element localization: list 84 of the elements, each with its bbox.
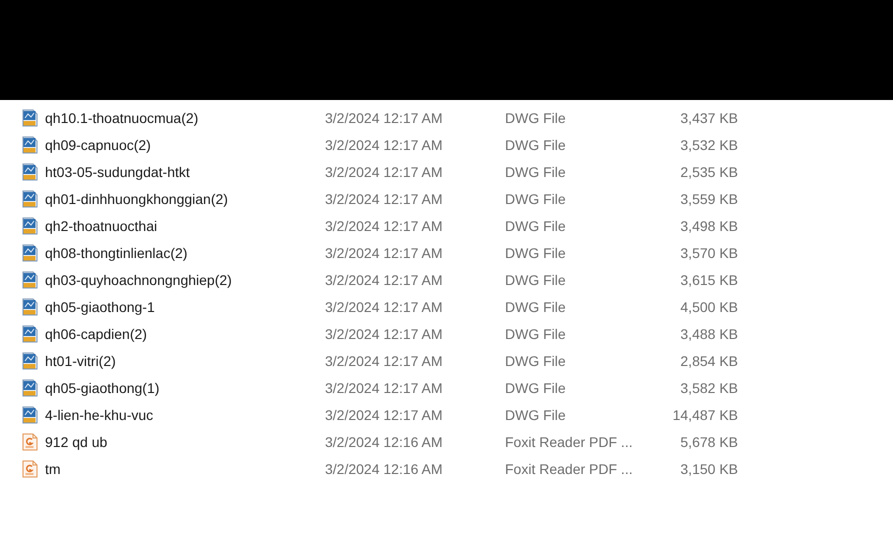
dwg-file-icon bbox=[22, 162, 38, 180]
pdf-file-icon bbox=[22, 460, 38, 478]
file-size: 3,498 KB bbox=[679, 218, 738, 234]
file-row[interactable]: 4-lien-he-khu-vuc 3/2/2024 12:17 AM DWG File 14,487 KB bbox=[0, 401, 893, 428]
file-size: 3,570 KB bbox=[679, 244, 738, 260]
file-name: qh03-quyhoachnongnghiep(2) bbox=[45, 272, 233, 288]
file-name: 4-lien-he-khu-vuc bbox=[45, 406, 154, 422]
file-name: qh10.1-thoatnuocmua(2) bbox=[45, 110, 200, 126]
date-modified: 3/2/2024 12:17 AM bbox=[325, 190, 444, 206]
file-size: 3,615 KB bbox=[679, 272, 738, 288]
date-modified: 3/2/2024 12:17 AM bbox=[325, 136, 444, 152]
file-name: 912 qd ub bbox=[45, 434, 108, 450]
dwg-file-icon bbox=[22, 406, 38, 424]
file-type: DWG File bbox=[505, 218, 567, 234]
file-type: DWG File bbox=[505, 272, 567, 288]
file-row[interactable]: ht01-vitri(2) 3/2/2024 12:17 AM DWG File 2,854 KB bbox=[0, 347, 893, 374]
file-size: 3,582 KB bbox=[679, 380, 738, 396]
file-type: Foxit Reader PDF ... bbox=[505, 460, 634, 476]
dwg-file-icon bbox=[22, 108, 38, 126]
date-modified: 3/2/2024 12:16 AM bbox=[325, 460, 444, 476]
date-modified: 3/2/2024 12:17 AM bbox=[325, 406, 444, 422]
file-name: qh01-dinhhuongkhonggian(2) bbox=[45, 190, 229, 206]
file-size: 2,535 KB bbox=[679, 164, 738, 180]
file-name: qh06-capdien(2) bbox=[45, 326, 148, 342]
date-modified: 3/2/2024 12:17 AM bbox=[325, 244, 444, 260]
file-type: DWG File bbox=[505, 110, 567, 126]
date-modified: 3/2/2024 12:17 AM bbox=[325, 352, 444, 368]
file-type: DWG File bbox=[505, 190, 567, 206]
date-modified: 3/2/2024 12:17 AM bbox=[325, 218, 444, 234]
file-size: 5,678 KB bbox=[679, 434, 738, 450]
dwg-file-icon bbox=[22, 324, 38, 342]
file-type: DWG File bbox=[505, 380, 567, 396]
file-row[interactable]: qh05-giaothong(1) 3/2/2024 12:17 AM DWG File 3,582 KB bbox=[0, 374, 893, 401]
file-name: tm bbox=[45, 460, 62, 476]
file-size: 3,437 KB bbox=[679, 110, 738, 126]
pdf-file-icon bbox=[22, 432, 38, 450]
file-row[interactable]: qh10.1-thoatnuocmua(2) 3/2/2024 12:17 AM DWG File 3,437 KB bbox=[0, 104, 893, 131]
file-row[interactable]: qh03-quyhoachnongnghiep(2) 3/2/2024 12:17 AM DWG File 3,615 KB bbox=[0, 266, 893, 293]
file-type: DWG File bbox=[505, 326, 567, 342]
file-name: qh2-thoatnuocthai bbox=[45, 218, 158, 234]
date-modified: 3/2/2024 12:16 AM bbox=[325, 434, 444, 450]
dwg-file-icon bbox=[22, 270, 38, 288]
file-row[interactable]: 912 qd ub 3/2/2024 12:16 AM Foxit Reader PDF ... 5,678 KB bbox=[0, 428, 893, 455]
file-name: ht01-vitri(2) bbox=[45, 352, 117, 368]
file-row[interactable]: ht03-05-sudungdat-htkt 3/2/2024 12:17 AM DWG File 2,535 KB bbox=[0, 158, 893, 185]
file-size: 4,500 KB bbox=[679, 298, 738, 314]
date-modified: 3/2/2024 12:17 AM bbox=[325, 110, 444, 126]
file-size: 3,559 KB bbox=[679, 190, 738, 206]
dwg-file-icon bbox=[22, 298, 38, 316]
file-type: DWG File bbox=[505, 352, 567, 368]
dwg-file-icon bbox=[22, 378, 38, 396]
dwg-file-icon bbox=[22, 190, 38, 208]
file-type: DWG File bbox=[505, 136, 567, 152]
file-name: qh08-thongtinlienlac(2) bbox=[45, 244, 188, 260]
file-size: 14,487 KB bbox=[672, 406, 738, 422]
file-row[interactable]: qh09-capnuoc(2) 3/2/2024 12:17 AM DWG File 3,532 KB bbox=[0, 131, 893, 158]
dwg-file-icon bbox=[22, 244, 38, 262]
file-row[interactable]: qh08-thongtinlienlac(2) 3/2/2024 12:17 AM DWG File 3,570 KB bbox=[0, 239, 893, 266]
dwg-file-icon bbox=[22, 136, 38, 154]
file-type: DWG File bbox=[505, 244, 567, 260]
file-row[interactable]: qh05-giaothong-1 3/2/2024 12:17 AM DWG File 4,500 KB bbox=[0, 293, 893, 320]
file-name: qh05-giaothong(1) bbox=[45, 380, 160, 396]
date-modified: 3/2/2024 12:17 AM bbox=[325, 298, 444, 314]
file-type: DWG File bbox=[505, 164, 567, 180]
date-modified: 3/2/2024 12:17 AM bbox=[325, 164, 444, 180]
file-size: 3,532 KB bbox=[679, 136, 738, 152]
file-name: qh09-capnuoc(2) bbox=[45, 136, 152, 152]
file-row[interactable]: tm 3/2/2024 12:16 AM Foxit Reader PDF ... 3,150 KB bbox=[0, 455, 893, 482]
file-row[interactable]: qh06-capdien(2) 3/2/2024 12:17 AM DWG File 3,488 KB bbox=[0, 320, 893, 347]
file-size: 2,854 KB bbox=[679, 352, 738, 368]
file-row[interactable]: qh01-dinhhuongkhonggian(2) 3/2/2024 12:17 AM DWG File 3,559 KB bbox=[0, 185, 893, 212]
file-type: DWG File bbox=[505, 298, 567, 314]
file-size: 3,488 KB bbox=[679, 326, 738, 342]
file-size: 3,150 KB bbox=[679, 460, 738, 476]
file-type: DWG File bbox=[505, 406, 567, 422]
file-row[interactable]: qh2-thoatnuocthai 3/2/2024 12:17 AM DWG File 3,498 KB bbox=[0, 212, 893, 239]
date-modified: 3/2/2024 12:17 AM bbox=[325, 326, 444, 342]
dwg-file-icon bbox=[22, 216, 38, 234]
date-modified: 3/2/2024 12:17 AM bbox=[325, 272, 444, 288]
date-modified: 3/2/2024 12:17 AM bbox=[325, 380, 444, 396]
file-name: ht03-05-sudungdat-htkt bbox=[45, 164, 191, 180]
file-name: qh05-giaothong-1 bbox=[45, 298, 156, 314]
dwg-file-icon bbox=[22, 352, 38, 370]
file-type: Foxit Reader PDF ... bbox=[505, 434, 634, 450]
